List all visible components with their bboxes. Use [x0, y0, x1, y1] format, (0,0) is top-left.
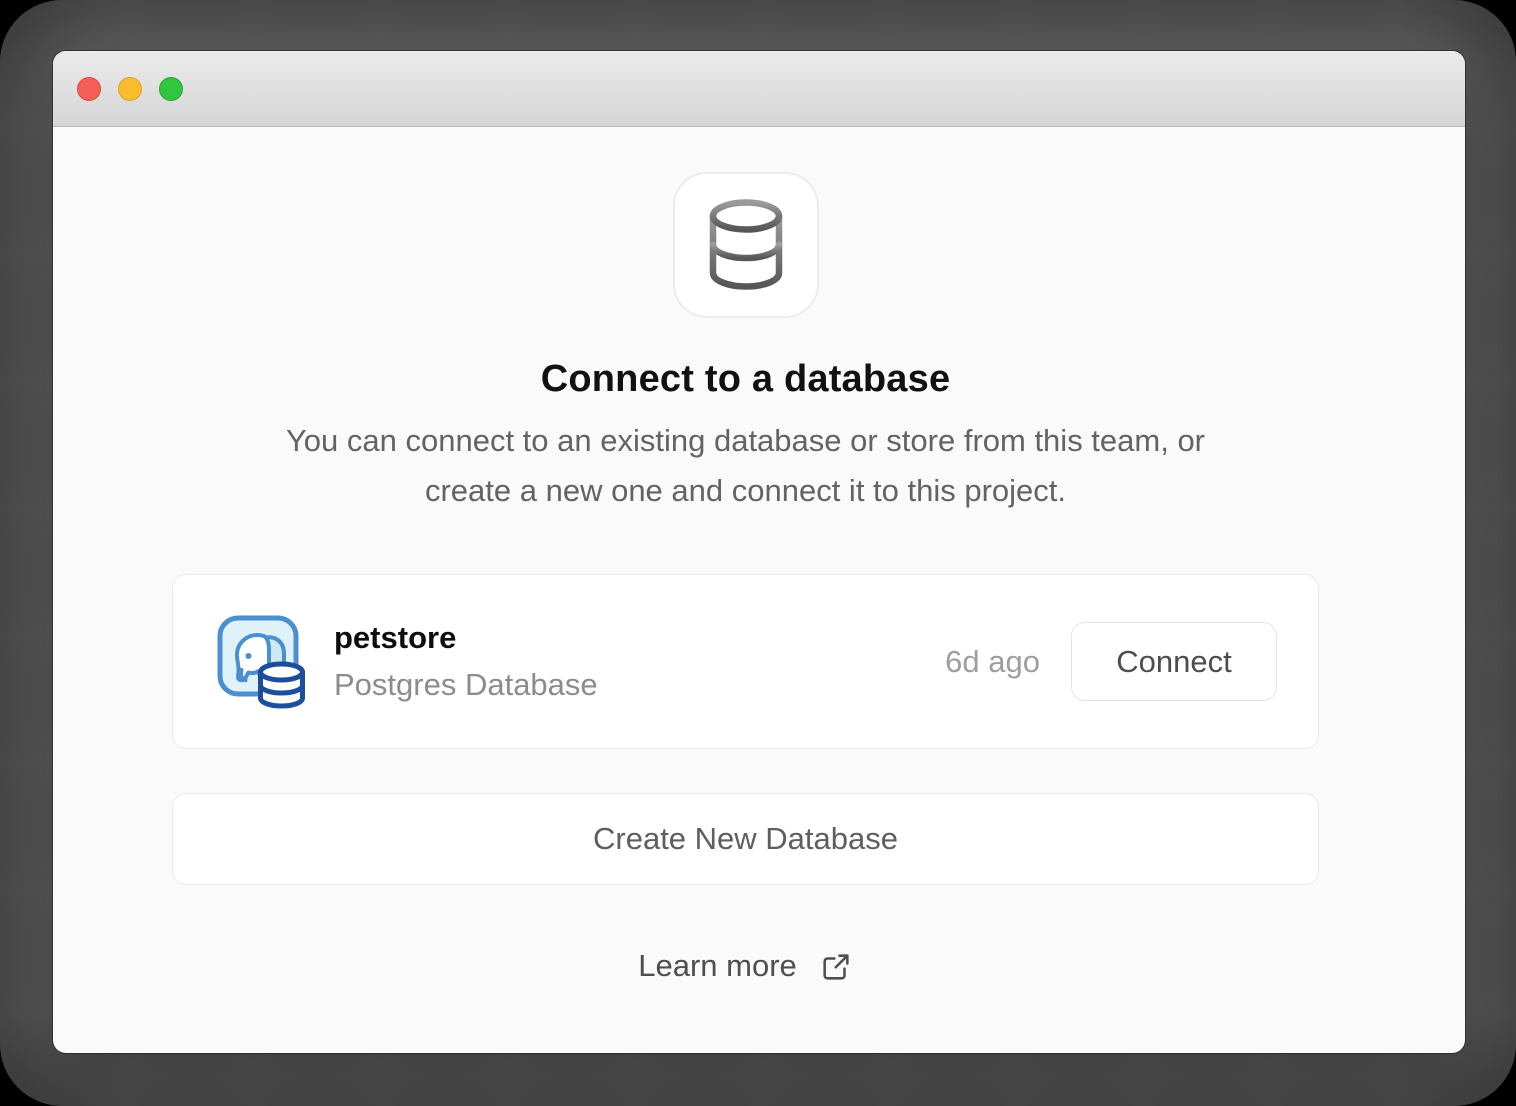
dialog-content: Connect to a database You can connect to… — [172, 172, 1319, 984]
database-type: Postgres Database — [334, 665, 598, 705]
connect-button[interactable]: Connect — [1071, 622, 1277, 701]
dialog-title: Connect to a database — [172, 358, 1319, 400]
database-last-used: 6d ago — [945, 644, 1040, 680]
database-info: petstore Postgres Database — [334, 618, 598, 705]
window-titlebar — [53, 51, 1465, 127]
database-cylinder-glyph — [706, 199, 786, 291]
learn-more-label: Learn more — [638, 948, 797, 984]
minimize-window-button[interactable] — [118, 77, 142, 101]
zoom-window-button[interactable] — [159, 77, 183, 101]
database-list-item: petstore Postgres Database 6d ago Connec… — [172, 574, 1319, 749]
learn-more-link[interactable]: Learn more — [172, 947, 1319, 984]
create-new-database-button[interactable]: Create New Database — [172, 793, 1319, 885]
database-icon — [673, 172, 819, 318]
database-name: petstore — [334, 618, 598, 658]
external-link-icon — [819, 950, 853, 984]
postgres-elephant-icon — [217, 615, 305, 709]
dialog-description: You can connect to an existing database … — [281, 416, 1211, 516]
close-window-button[interactable] — [77, 77, 101, 101]
screen-background: Connect to a database You can connect to… — [0, 0, 1516, 1106]
connect-database-dialog-window: Connect to a database You can connect to… — [53, 51, 1465, 1053]
